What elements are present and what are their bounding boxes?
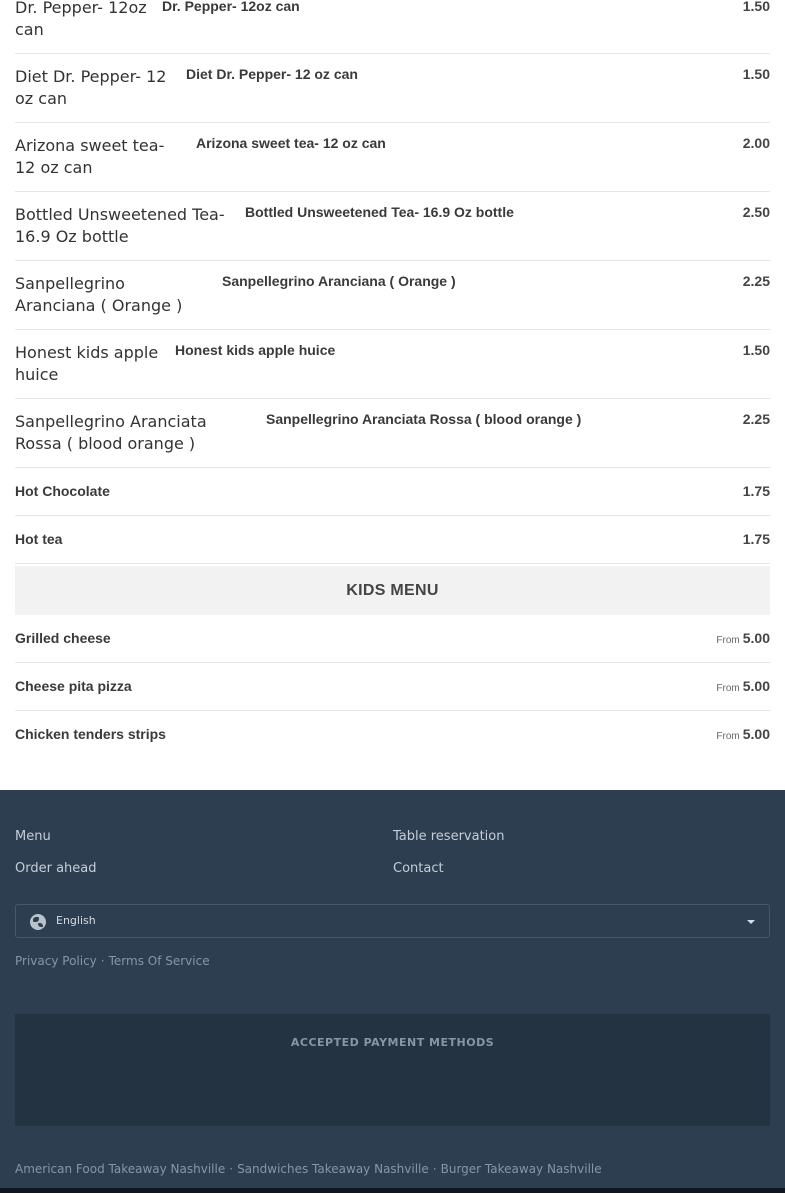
item-price: From 5.00 (716, 678, 770, 694)
price-value: 5.00 (742, 726, 770, 742)
item-image: Bottled Unsweetened Tea- 16.9 Oz bottle (15, 205, 225, 246)
footer-bottom-strip (0, 1188, 785, 1193)
item-price: 1.75 (742, 531, 770, 547)
privacy-policy-link[interactable]: Privacy Policy (15, 954, 97, 968)
item-price: 1.50 (742, 342, 770, 358)
item-price: 2.25 (742, 273, 770, 289)
site-footer: Menu Table reservation Order ahead Conta… (0, 790, 785, 1193)
footer-link-menu[interactable]: Menu (15, 829, 51, 844)
seo-link[interactable]: Sandwiches Takeaway Nashville (237, 1162, 429, 1176)
item-price: From 5.00 (716, 630, 770, 646)
item-image: Sanpellegrino Aranciata Rossa ( blood or… (15, 412, 207, 453)
price-value: 5.00 (742, 678, 770, 694)
language-selected-value: English (56, 914, 96, 927)
item-name: Hot Chocolate (15, 483, 110, 499)
menu-item[interactable]: Dr. Pepper- 12oz can Dr. Pepper- 12oz ca… (15, 0, 770, 54)
item-name: Sanpellegrino Aranciata Rossa ( blood or… (266, 411, 582, 427)
menu-item[interactable]: Sanpellegrino Aranciana ( Orange ) Sanpe… (15, 261, 770, 330)
menu-item[interactable]: Diet Dr. Pepper- 12 oz can Diet Dr. Pepp… (15, 54, 770, 123)
menu-item[interactable]: Honest kids apple huice Honest kids appl… (15, 330, 770, 399)
separator: · (100, 954, 105, 968)
item-name: Arizona sweet tea- 12 oz can (196, 135, 386, 151)
payment-methods-title: ACCEPTED PAYMENT METHODS (290, 1036, 495, 1049)
menu-item[interactable]: Grilled cheese From 5.00 (15, 615, 770, 663)
item-image: Arizona sweet tea- 12 oz can (15, 136, 165, 177)
item-price: 1.50 (742, 0, 770, 14)
item-name: Honest kids apple huice (175, 342, 336, 358)
footer-link-order-ahead[interactable]: Order ahead (15, 861, 97, 876)
menu-item[interactable]: Sanpellegrino Aranciata Rossa ( blood or… (15, 399, 770, 468)
kids-menu-list: Grilled cheese From 5.00 Cheese pita pizz… (15, 615, 770, 759)
seo-link[interactable]: Burger Takeaway Nashville (441, 1162, 602, 1176)
footer-link-table-reservation[interactable]: Table reservation (393, 829, 504, 844)
item-price: 2.25 (742, 411, 770, 427)
language-select[interactable]: English (15, 904, 770, 938)
item-name: Chicken tenders strips (15, 726, 166, 742)
item-name: Cheese pita pizza (15, 678, 132, 694)
section-title-kids-menu: KIDS MENU (15, 566, 770, 615)
chevron-down-icon (747, 920, 755, 924)
separator: · (432, 1162, 437, 1176)
item-image: Sanpellegrino Aranciana ( Orange ) (15, 274, 183, 315)
terms-of-service-link[interactable]: Terms Of Service (109, 954, 210, 968)
item-image: Dr. Pepper- 12oz can (15, 0, 147, 39)
from-label: From (716, 683, 740, 694)
legal-links: Privacy Policy · Terms Of Service (15, 954, 210, 968)
from-label: From (716, 731, 740, 742)
item-price: From 5.00 (716, 726, 770, 742)
menu-item[interactable]: Hot tea 1.75 (15, 516, 770, 564)
item-price: 1.75 (742, 483, 770, 499)
menu-item[interactable]: Bottled Unsweetened Tea- 16.9 Oz bottle … (15, 192, 770, 261)
item-name: Dr. Pepper- 12oz can (162, 0, 300, 14)
from-label: From (716, 635, 740, 646)
price-value: 5.00 (742, 630, 770, 646)
footer-link-contact[interactable]: Contact (393, 861, 444, 876)
menu-item[interactable]: Arizona sweet tea- 12 oz can Arizona swe… (15, 123, 770, 192)
separator: · (229, 1162, 234, 1176)
item-price: 2.50 (742, 204, 770, 220)
item-name: Diet Dr. Pepper- 12 oz can (186, 66, 358, 82)
menu-item[interactable]: Chicken tenders strips From 5.00 (15, 711, 770, 759)
seo-links: American Food Takeaway Nashville · Sandwic… (15, 1162, 602, 1176)
menu-item[interactable]: Hot Chocolate 1.75 (15, 468, 770, 516)
item-name: Hot tea (15, 531, 63, 547)
menu-item[interactable]: Cheese pita pizza From 5.00 (15, 663, 770, 711)
drinks-list: Dr. Pepper- 12oz can Dr. Pepper- 12oz ca… (15, 0, 770, 564)
item-name: Grilled cheese (15, 630, 111, 646)
payment-methods-panel: ACCEPTED PAYMENT METHODS (15, 1014, 770, 1126)
item-price: 1.50 (742, 66, 770, 82)
item-price: 2.00 (742, 135, 770, 151)
item-image: Diet Dr. Pepper- 12 oz can (15, 67, 167, 108)
item-name: Bottled Unsweetened Tea- 16.9 Oz bottle (245, 204, 514, 220)
item-image: Honest kids apple huice (15, 343, 159, 384)
globe-icon (30, 914, 46, 930)
seo-link[interactable]: American Food Takeaway Nashville (15, 1162, 225, 1176)
item-name: Sanpellegrino Aranciana ( Orange ) (222, 273, 456, 289)
